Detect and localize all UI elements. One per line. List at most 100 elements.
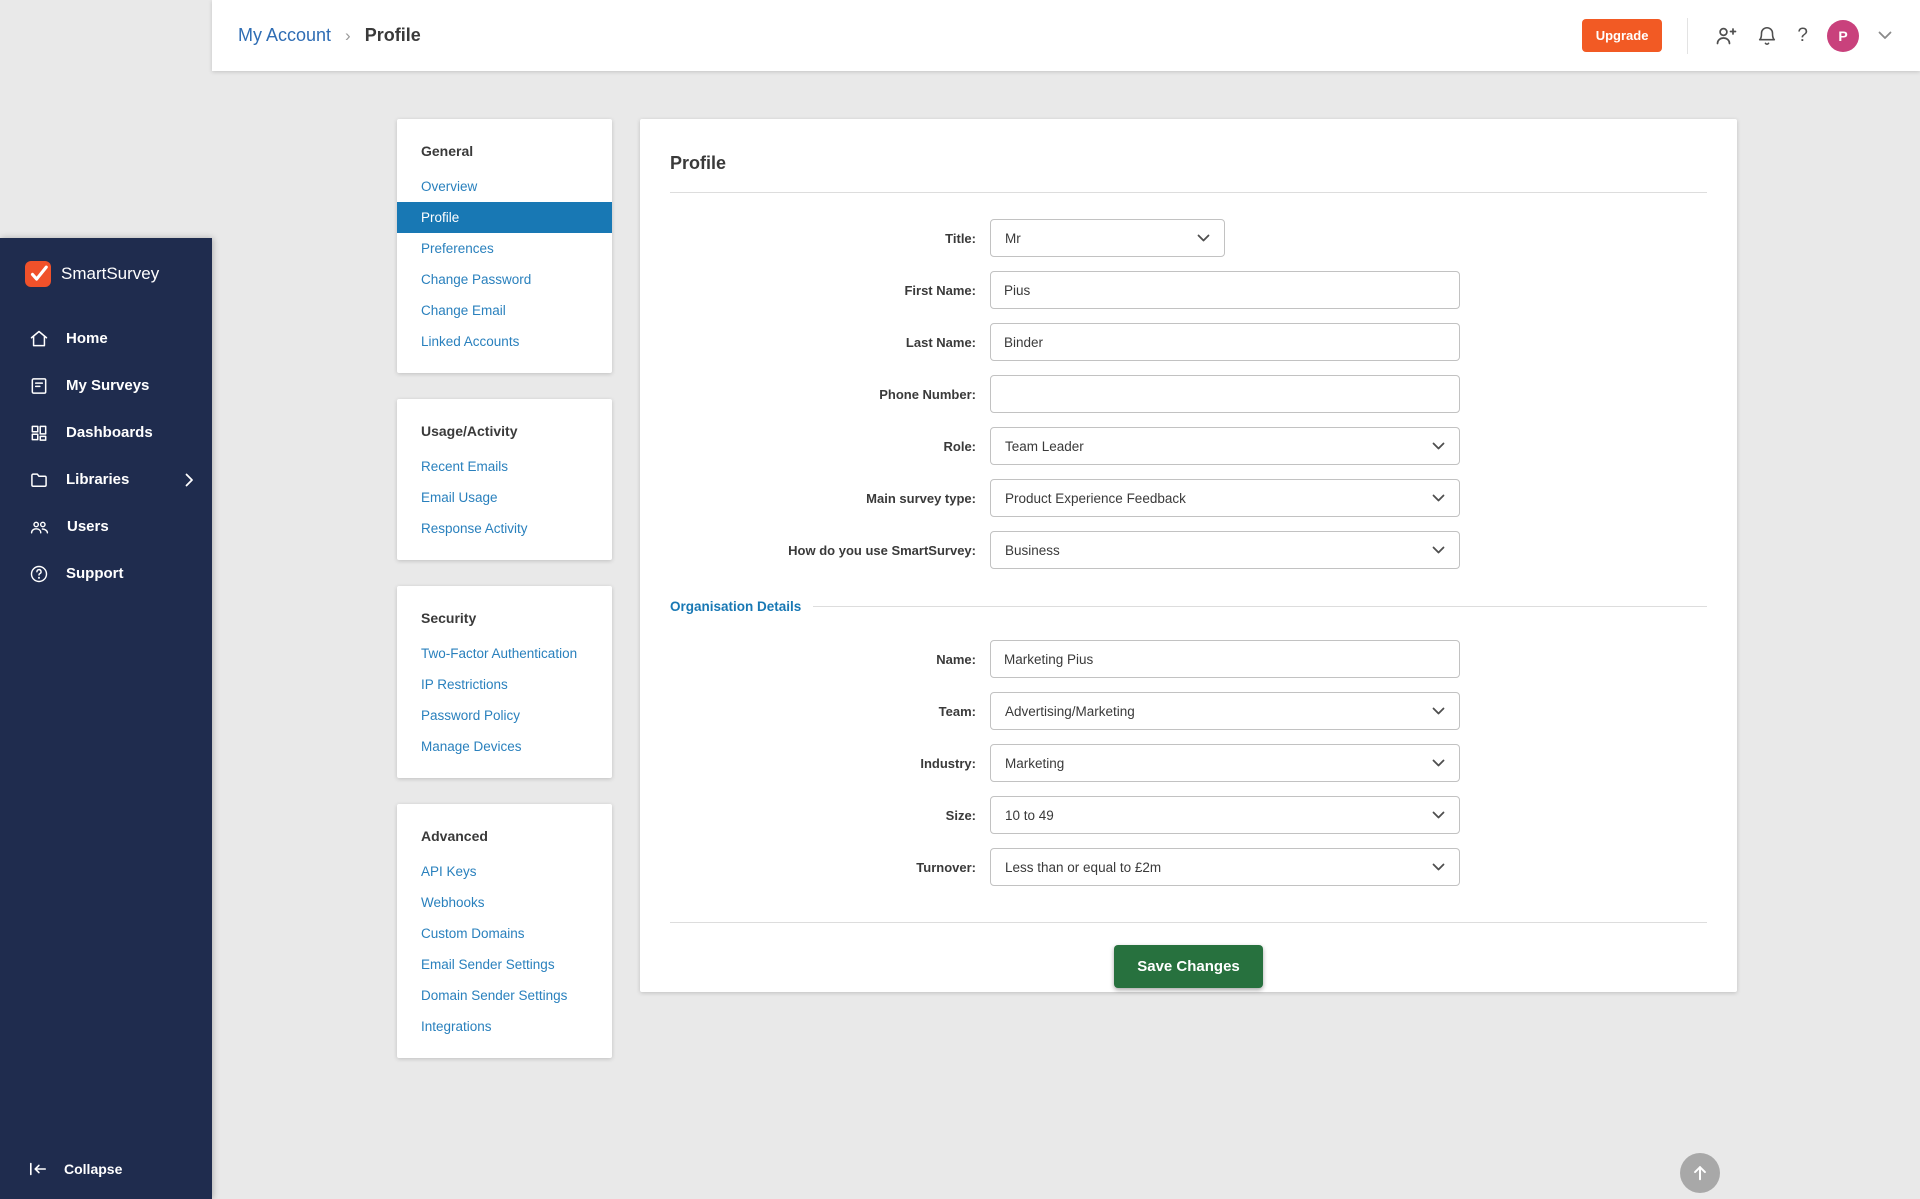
organisation-details-divider <box>813 606 1707 607</box>
turnover-select[interactable]: Less than or equal to £2m <box>990 848 1460 886</box>
sidebar-item-libraries[interactable]: Libraries <box>0 456 212 503</box>
page-title: Profile <box>670 153 727 173</box>
sidebar-item-dashboards[interactable]: Dashboards <box>0 409 212 456</box>
settings-link-email-usage[interactable]: Email Usage <box>397 482 612 513</box>
invite-user-icon[interactable] <box>1713 24 1737 48</box>
chevron-down-icon <box>1197 234 1210 242</box>
team-select-value: Advertising/Marketing <box>1005 703 1135 719</box>
settings-link-email-sender-settings[interactable]: Email Sender Settings <box>397 949 612 980</box>
settings-link-custom-domains[interactable]: Custom Domains <box>397 918 612 949</box>
settings-link-change-password[interactable]: Change Password <box>397 264 612 295</box>
brand-name: SmartSurvey <box>61 264 160 283</box>
size-select-value: 10 to 49 <box>1005 807 1054 823</box>
last-name-label: Last Name: <box>905 334 976 350</box>
title-divider <box>670 192 1707 193</box>
settings-nav: General Overview Profile Preferences Cha… <box>397 119 612 1084</box>
settings-link-change-email[interactable]: Change Email <box>397 295 612 326</box>
sidebar-item-support[interactable]: Support <box>0 550 212 597</box>
app-sidebar: SmartSurvey Home My Surveys Dashboards L… <box>0 238 212 1199</box>
phone-number-label: Phone Number: <box>879 386 976 402</box>
header-divider <box>1687 17 1689 54</box>
save-changes-button[interactable]: Save Changes <box>1114 945 1263 988</box>
chevron-right-icon <box>185 473 194 487</box>
scroll-to-top-button[interactable] <box>1680 1153 1720 1193</box>
first-name-label: First Name: <box>904 282 976 298</box>
sidebar-item-my-surveys[interactable]: My Surveys <box>0 362 212 409</box>
sidebar-item-label: Support <box>66 565 124 582</box>
main-survey-type-select[interactable]: Product Experience Feedback <box>990 479 1460 517</box>
avatar[interactable]: P <box>1827 19 1859 52</box>
size-label: Size: <box>945 807 976 823</box>
settings-link-domain-sender-settings[interactable]: Domain Sender Settings <box>397 980 612 1011</box>
sidebar-item-label: My Surveys <box>66 377 150 394</box>
form-row-org-name: Name: <box>670 640 1707 678</box>
size-select[interactable]: 10 to 49 <box>990 796 1460 834</box>
title-select[interactable]: Mr <box>990 219 1225 257</box>
turnover-label: Turnover: <box>916 859 976 875</box>
brand-logo[interactable]: SmartSurvey <box>0 238 212 287</box>
settings-section-advanced: Advanced API Keys Webhooks Custom Domain… <box>397 804 612 1058</box>
chevron-down-icon <box>1432 494 1445 502</box>
upgrade-button[interactable]: Upgrade <box>1581 19 1663 52</box>
sidebar-collapse-button[interactable]: Collapse <box>29 1161 122 1177</box>
section-title: Usage/Activity <box>421 423 518 439</box>
settings-link-overview[interactable]: Overview <box>397 171 612 202</box>
organisation-details-heading: Organisation Details <box>670 599 1707 614</box>
chevron-down-icon <box>1432 546 1445 554</box>
first-name-input[interactable] <box>990 271 1460 309</box>
chevron-down-icon <box>1432 811 1445 819</box>
role-select[interactable]: Team Leader <box>990 427 1460 465</box>
section-title: Security <box>421 610 477 626</box>
settings-link-linked-accounts[interactable]: Linked Accounts <box>397 326 612 357</box>
form-row-first-name: First Name: <box>670 271 1707 309</box>
form-row-last-name: Last Name: <box>670 323 1707 361</box>
settings-link-profile[interactable]: Profile <box>397 202 612 233</box>
settings-link-recent-emails[interactable]: Recent Emails <box>397 451 612 482</box>
form-row-industry: Industry: Marketing <box>670 744 1707 782</box>
settings-link-response-activity[interactable]: Response Activity <box>397 513 612 544</box>
header-bar: My Account › Profile Upgrade ? P <box>212 0 1920 71</box>
users-icon <box>29 517 50 537</box>
sidebar-item-label: Dashboards <box>66 424 153 441</box>
smartsurvey-usage-label: How do you use SmartSurvey: <box>788 542 976 558</box>
form-row-smartsurvey-usage: How do you use SmartSurvey: Business <box>670 531 1707 569</box>
settings-link-password-policy[interactable]: Password Policy <box>397 700 612 731</box>
settings-link-two-factor[interactable]: Two-Factor Authentication <box>397 638 612 669</box>
smartsurvey-usage-select[interactable]: Business <box>990 531 1460 569</box>
account-chevron-down-icon[interactable] <box>1878 31 1892 40</box>
breadcrumb-profile: Profile <box>364 25 421 45</box>
settings-link-webhooks[interactable]: Webhooks <box>397 887 612 918</box>
sidebar-item-users[interactable]: Users <box>0 503 212 550</box>
phone-number-input[interactable] <box>990 375 1460 413</box>
collapse-icon <box>29 1162 47 1176</box>
org-name-input[interactable] <box>990 640 1460 678</box>
main-survey-type-label: Main survey type: <box>866 490 976 506</box>
header-actions: Upgrade ? P <box>1581 17 1892 54</box>
support-icon <box>29 564 49 584</box>
settings-link-integrations[interactable]: Integrations <box>397 1011 612 1042</box>
breadcrumb-my-account[interactable]: My Account <box>238 25 331 46</box>
chevron-down-icon <box>1432 442 1445 450</box>
arrow-up-icon <box>1691 1164 1709 1182</box>
settings-section-general: General Overview Profile Preferences Cha… <box>397 119 612 373</box>
notifications-bell-icon[interactable] <box>1756 24 1778 48</box>
help-icon[interactable]: ? <box>1797 25 1808 47</box>
form-row-team: Team: Advertising/Marketing <box>670 692 1707 730</box>
main-survey-type-select-value: Product Experience Feedback <box>1005 490 1186 506</box>
sidebar-item-label: Home <box>66 330 108 347</box>
settings-link-manage-devices[interactable]: Manage Devices <box>397 731 612 762</box>
settings-link-api-keys[interactable]: API Keys <box>397 856 612 887</box>
settings-link-preferences[interactable]: Preferences <box>397 233 612 264</box>
smartsurvey-check-icon <box>25 261 51 287</box>
industry-select[interactable]: Marketing <box>990 744 1460 782</box>
team-select[interactable]: Advertising/Marketing <box>990 692 1460 730</box>
sidebar-item-home[interactable]: Home <box>0 315 212 362</box>
settings-link-ip-restrictions[interactable]: IP Restrictions <box>397 669 612 700</box>
form-row-title: Title: Mr <box>670 219 1707 257</box>
last-name-input[interactable] <box>990 323 1460 361</box>
home-icon <box>29 329 49 349</box>
collapse-label: Collapse <box>64 1161 123 1177</box>
folder-icon <box>29 470 49 490</box>
sidebar-item-label: Users <box>67 518 109 535</box>
sidebar-nav: Home My Surveys Dashboards Libraries Use… <box>0 315 212 597</box>
